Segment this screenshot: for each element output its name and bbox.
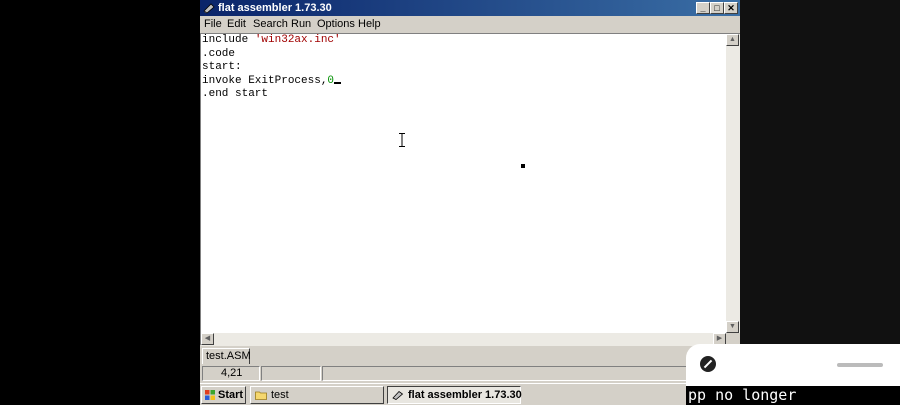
folder-icon bbox=[255, 391, 267, 400]
mouse-dot bbox=[521, 164, 525, 168]
code-line[interactable]: .end start bbox=[202, 88, 341, 102]
i-beam-cursor-icon bbox=[399, 133, 405, 147]
menu-help[interactable]: Help bbox=[358, 18, 381, 31]
code-text: include bbox=[202, 34, 255, 46]
status-pane-3 bbox=[322, 366, 738, 381]
text-caret bbox=[334, 81, 342, 84]
windows-logo-icon bbox=[205, 390, 215, 400]
start-label: Start bbox=[218, 389, 244, 401]
code-number: 0 bbox=[327, 74, 335, 87]
source-code[interactable]: include 'win32ax.inc' .code start: invoke E… bbox=[202, 34, 342, 102]
code-line[interactable]: start: bbox=[202, 61, 341, 75]
fasm-icon bbox=[392, 390, 404, 400]
file-tab-bar: test.ASM bbox=[200, 346, 740, 364]
status-bar: 4,21 bbox=[200, 365, 740, 382]
title-bar[interactable]: flat assembler 1.73.30 _ □ ✕ bbox=[200, 0, 740, 16]
scroll-left-icon[interactable]: ◀ bbox=[201, 333, 214, 345]
taskbar-button-fasm[interactable]: flat assembler 1.73.30 bbox=[387, 386, 522, 404]
code-line[interactable]: invoke ExitProcess,0 bbox=[202, 74, 342, 89]
code-line[interactable]: .code bbox=[202, 48, 341, 62]
video-caption: pp no longer bbox=[686, 386, 900, 405]
code-text: start: bbox=[202, 61, 242, 73]
do-not-disturb-icon[interactable] bbox=[700, 356, 716, 372]
taskbar-button-label: test bbox=[271, 389, 289, 401]
code-editor[interactable]: include 'win32ax.inc' .code start: invoke E… bbox=[200, 33, 740, 346]
scroll-down-icon[interactable]: ▼ bbox=[726, 321, 739, 333]
code-text: .end start bbox=[202, 88, 269, 100]
scroll-up-icon[interactable]: ▲ bbox=[726, 34, 739, 46]
code-text: .code bbox=[202, 47, 236, 60]
fasm-window: flat assembler 1.73.30 _ □ ✕ File Edit S… bbox=[200, 0, 740, 383]
close-button[interactable]: ✕ bbox=[724, 2, 738, 14]
left-black-margin bbox=[0, 0, 200, 405]
fasm-app-icon bbox=[203, 3, 215, 14]
code-line[interactable]: include 'win32ax.inc' bbox=[202, 34, 341, 48]
menu-options[interactable]: Options bbox=[317, 18, 355, 31]
status-pane-2 bbox=[261, 366, 321, 381]
drag-handle[interactable] bbox=[837, 363, 883, 367]
taskbar: Start test flat assembler 1.73.30 bbox=[200, 383, 740, 405]
start-button[interactable]: Start bbox=[201, 386, 246, 404]
taskbar-button-label: flat assembler 1.73.30 bbox=[408, 389, 522, 401]
taskbar-button-test[interactable]: test bbox=[250, 386, 384, 404]
notification-popup[interactable] bbox=[686, 344, 900, 386]
tab-test-asm[interactable]: test.ASM bbox=[202, 348, 251, 364]
horizontal-scrollbar[interactable]: ◀ ▶ bbox=[201, 333, 726, 346]
code-text: invoke ExitProcess, bbox=[202, 74, 328, 87]
menu-search[interactable]: Search bbox=[253, 18, 288, 31]
window-title: flat assembler 1.73.30 bbox=[218, 2, 332, 14]
code-string: 'win32ax.inc' bbox=[254, 34, 341, 46]
menu-bar: File Edit Search Run Options Help bbox=[200, 16, 740, 33]
minimize-button[interactable]: _ bbox=[696, 2, 710, 14]
vertical-scrollbar[interactable]: ▲ ▼ bbox=[726, 34, 740, 333]
menu-edit[interactable]: Edit bbox=[227, 18, 246, 31]
caret-position: 4,21 bbox=[202, 366, 260, 381]
menu-run[interactable]: Run bbox=[291, 18, 311, 31]
menu-file[interactable]: File bbox=[204, 18, 222, 31]
restore-button[interactable]: □ bbox=[710, 2, 724, 14]
